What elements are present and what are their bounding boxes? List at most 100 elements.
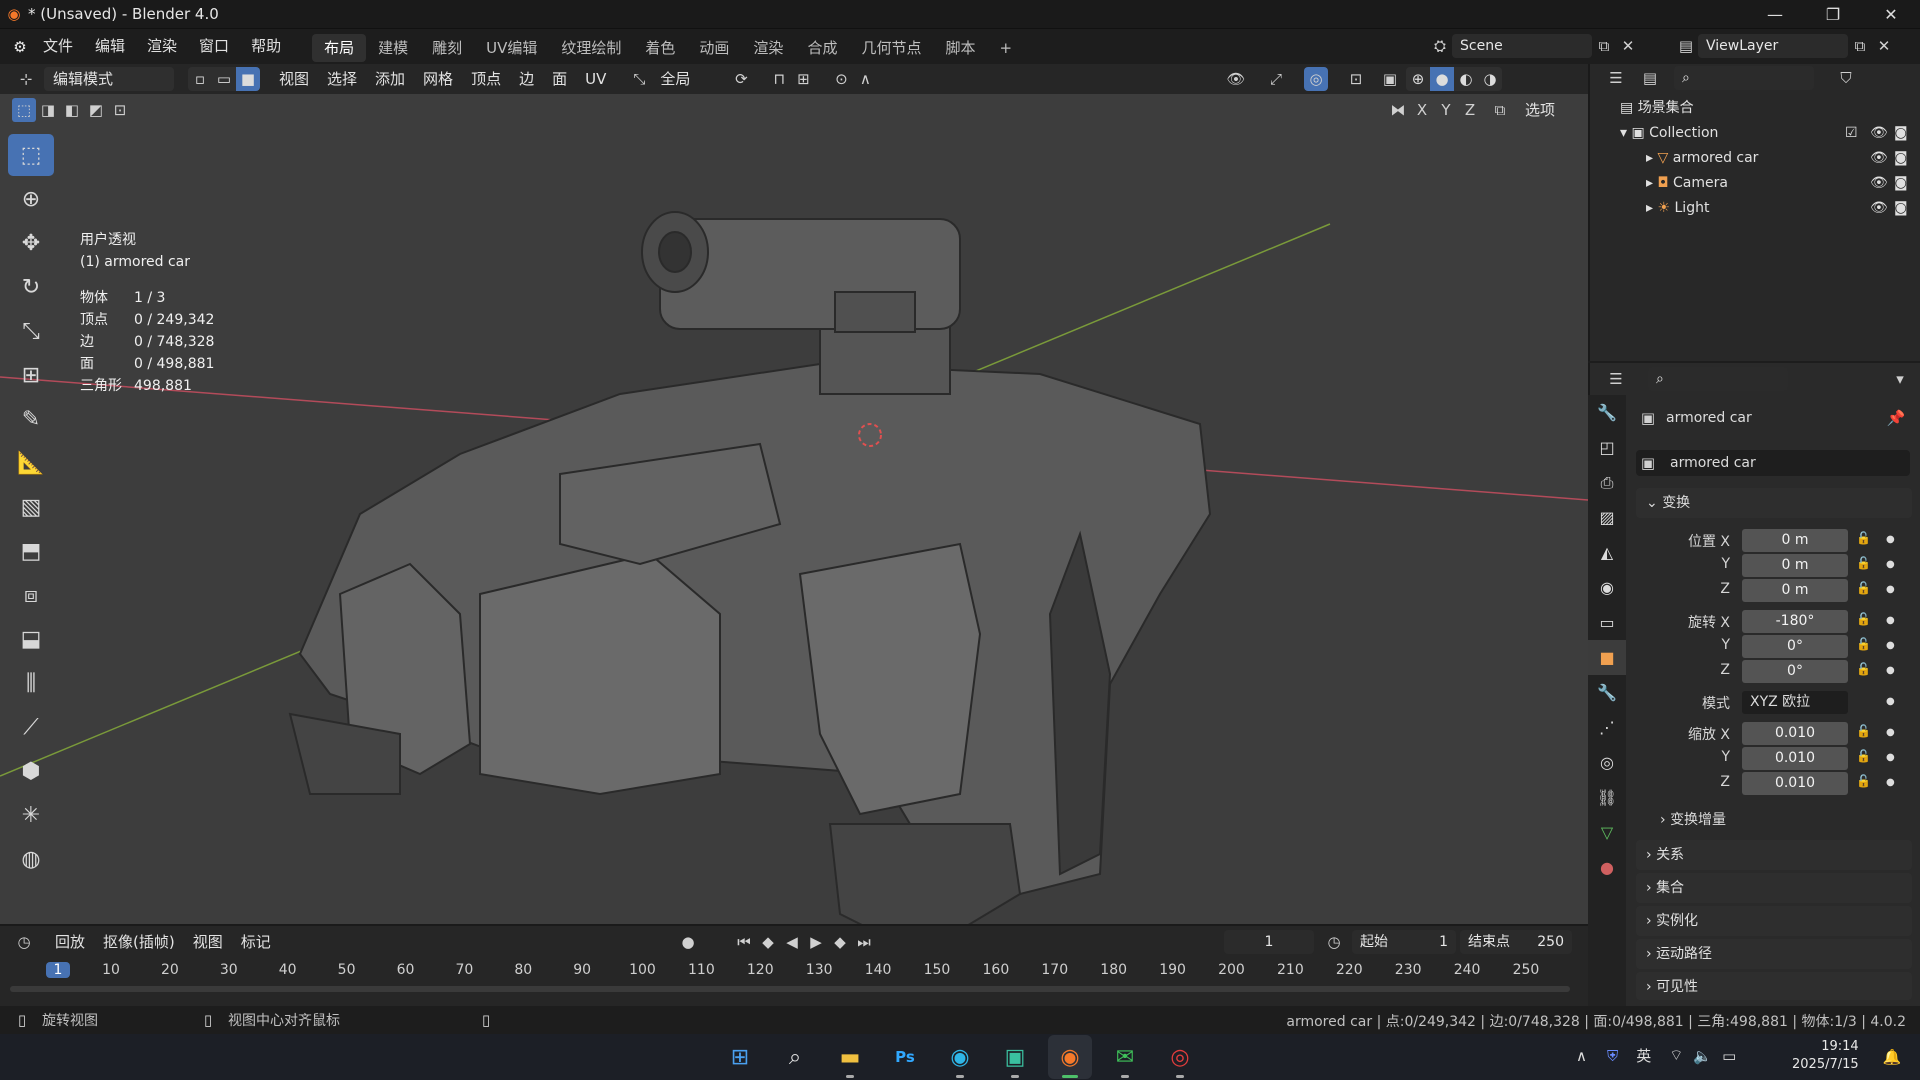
volume-icon[interactable]: 🔈 [1693, 1047, 1712, 1065]
marker-menu[interactable]: 标记 [232, 930, 280, 954]
wifi-icon[interactable]: ⌔ [1669, 1046, 1683, 1065]
auto-merge-icon[interactable]: ⧉ [1488, 98, 1512, 122]
collections-section[interactable]: › 集合 [1636, 873, 1912, 903]
snap-target-icon[interactable]: ⊞ [791, 67, 815, 91]
close-window-button[interactable]: ✕ [1862, 5, 1920, 24]
cursor-tool-icon[interactable]: ⊕ [8, 178, 54, 220]
scale-y-field[interactable]: 0.010 [1742, 747, 1848, 770]
motion-paths-section[interactable]: › 运动路径 [1636, 939, 1912, 969]
collection-row[interactable]: ▾ ▣ Collection ☑ 👁 ◙ [1590, 121, 1920, 146]
view-layer-field[interactable]: ViewLayer [1698, 34, 1848, 58]
mesh-overlays-icon[interactable]: ⊡ [1344, 67, 1368, 91]
edge-select-icon[interactable]: ▭ [212, 67, 236, 91]
move-tool-icon[interactable]: ✥ [8, 222, 54, 264]
start-frame-field[interactable]: 起始 1 [1352, 930, 1456, 954]
new-view-layer-icon[interactable]: ⧉ [1848, 34, 1872, 58]
mirror-icon[interactable]: ⧓ [1386, 98, 1410, 122]
properties-options-icon[interactable]: ▾ [1888, 367, 1912, 391]
keyframe-rotation-y-icon[interactable]: ● [1886, 640, 1895, 651]
object-datablock-field[interactable]: ▣ armored car [1636, 450, 1910, 476]
clock[interactable]: 19:14 2025/7/15 [1792, 1038, 1859, 1074]
constraints-tab-icon[interactable]: ⛓ [1588, 780, 1626, 815]
collection-visibility-icon[interactable]: 👁 [1870, 121, 1888, 146]
menu-face[interactable]: 面 [543, 67, 576, 91]
transform-orientation-icon[interactable]: ⤡ [627, 67, 651, 91]
rotation-x-field[interactable]: -180° [1742, 610, 1848, 633]
render-tab-icon[interactable]: ◰ [1588, 430, 1626, 465]
tab-geometry-nodes[interactable]: 几何节点 [849, 34, 933, 62]
falloff-icon[interactable]: ∧ [853, 67, 877, 91]
keyframe-scale-y-icon[interactable]: ● [1886, 752, 1895, 763]
outliner-item-armored-car[interactable]: ▸ ▽ armored car 👁 ◙ [1590, 146, 1920, 171]
next-keyframe-icon[interactable]: ◆ [828, 930, 852, 954]
particles-tab-icon[interactable]: ⋰ [1588, 710, 1626, 745]
bevel-tool-icon[interactable]: ⬓ [8, 618, 54, 660]
pivot-icon[interactable]: ⟳ [729, 67, 753, 91]
menu-window[interactable]: 窗口 [188, 29, 240, 64]
solid-shading-icon[interactable]: ● [1430, 67, 1454, 91]
tab-scripting[interactable]: 脚本 [933, 34, 987, 62]
security-icon[interactable]: ⛨ [1607, 1047, 1618, 1065]
menu-uv[interactable]: UV [576, 67, 615, 91]
axis-y-toggle[interactable]: Y [1434, 98, 1458, 122]
scene-tab-icon[interactable]: ◭ [1588, 535, 1626, 570]
keyframe-rotation-z-icon[interactable]: ● [1886, 665, 1895, 676]
3d-viewport[interactable]: 用户透视 (1) armored car 物体 1 / 3 顶点 0 / 249,3… [0, 94, 1588, 924]
tab-animation[interactable]: 动画 [687, 34, 741, 62]
options-dropdown[interactable]: 选项 [1516, 98, 1564, 122]
lock-rotation-z-icon[interactable]: 🔓 [1856, 662, 1871, 676]
properties-editor-icon[interactable]: ☰ [1604, 367, 1628, 391]
camera-render-icon[interactable]: ◙ [1894, 171, 1908, 196]
mode-dropdown[interactable]: 编辑模式 [44, 67, 174, 91]
outliner-item-camera[interactable]: ▸ ◘ Camera 👁 ◙ [1590, 171, 1920, 196]
select-invert-icon[interactable]: ◩ [84, 98, 108, 122]
edge-browser-icon[interactable]: ◉ [938, 1035, 982, 1079]
keyframe-location-y-icon[interactable]: ● [1886, 559, 1895, 570]
frame-ruler[interactable]: 1 10 20 30 40 50 60 70 80 90 100 110 120 130 140 150 160… [0, 960, 1588, 984]
select-subtract-icon[interactable]: ◧ [60, 98, 84, 122]
object-tab-icon[interactable]: ■ [1588, 640, 1626, 675]
select-new-icon[interactable]: ⬚ [12, 98, 36, 122]
outliner-editor-icon[interactable]: ☰ [1604, 66, 1628, 90]
scene-icon[interactable]: ⛭ [1428, 34, 1452, 58]
lock-scale-z-icon[interactable]: 🔓 [1856, 774, 1871, 788]
proportional-edit-icon[interactable]: ⊙ [829, 67, 853, 91]
location-x-field[interactable]: 0 m [1742, 529, 1848, 552]
view-layer-icon[interactable]: ▤ [1674, 34, 1698, 58]
modifier-tab-icon[interactable]: 🔧 [1588, 675, 1626, 710]
rotation-z-field[interactable]: 0° [1742, 660, 1848, 683]
menu-add[interactable]: 添加 [366, 67, 414, 91]
add-cube-tool-icon[interactable]: ▧ [8, 486, 54, 528]
poly-build-tool-icon[interactable]: ⬢ [8, 750, 54, 792]
menu-render[interactable]: 渲染 [136, 29, 188, 64]
axis-x-toggle[interactable]: X [1410, 98, 1434, 122]
timeline-view-menu[interactable]: 视图 [184, 930, 232, 954]
display-mode-icon[interactable]: ▤ [1638, 66, 1662, 90]
tab-texture-paint[interactable]: 纹理绘制 [549, 34, 633, 62]
vertex-select-icon[interactable]: ▫ [188, 67, 212, 91]
spin-tool-icon[interactable]: ✳ [8, 794, 54, 836]
start-menu-icon[interactable]: ⊞ [718, 1035, 762, 1079]
select-box-tool-icon[interactable]: ⬚ [8, 134, 54, 176]
object-datablock-icon[interactable]: ▣ [1636, 451, 1660, 475]
armored-car-visibility-icon[interactable]: 👁 [1870, 146, 1888, 171]
rotation-mode-dropdown[interactable]: XYZ 欧拉 [1742, 691, 1848, 714]
transform-tool-icon[interactable]: ⊞ [8, 354, 54, 396]
keyframe-location-z-icon[interactable]: ● [1886, 584, 1895, 595]
minimize-button[interactable]: — [1746, 5, 1804, 24]
outliner-item-light[interactable]: ▸ ☀ Light 👁 ◙ [1590, 196, 1920, 221]
menu-view[interactable]: 视图 [270, 67, 318, 91]
menu-vertex[interactable]: 顶点 [462, 67, 510, 91]
menu-file[interactable]: 文件 [32, 29, 84, 64]
jump-end-icon[interactable]: ⏭ [852, 930, 876, 954]
tool-tab-icon[interactable]: 🔧 [1588, 395, 1626, 430]
keyframe-scale-x-icon[interactable]: ● [1886, 727, 1895, 738]
delta-transform-subsection[interactable]: › 变换增量 [1660, 809, 1726, 829]
lock-location-x-icon[interactable]: 🔓 [1856, 531, 1871, 545]
inset-tool-icon[interactable]: ⧈ [8, 574, 54, 616]
editor-type-icon[interactable]: ⊹ [14, 67, 38, 91]
measure-tool-icon[interactable]: 📐 [8, 442, 54, 484]
lock-location-z-icon[interactable]: 🔓 [1856, 581, 1871, 595]
delete-scene-icon[interactable]: ✕ [1616, 34, 1640, 58]
location-z-field[interactable]: 0 m [1742, 579, 1848, 602]
